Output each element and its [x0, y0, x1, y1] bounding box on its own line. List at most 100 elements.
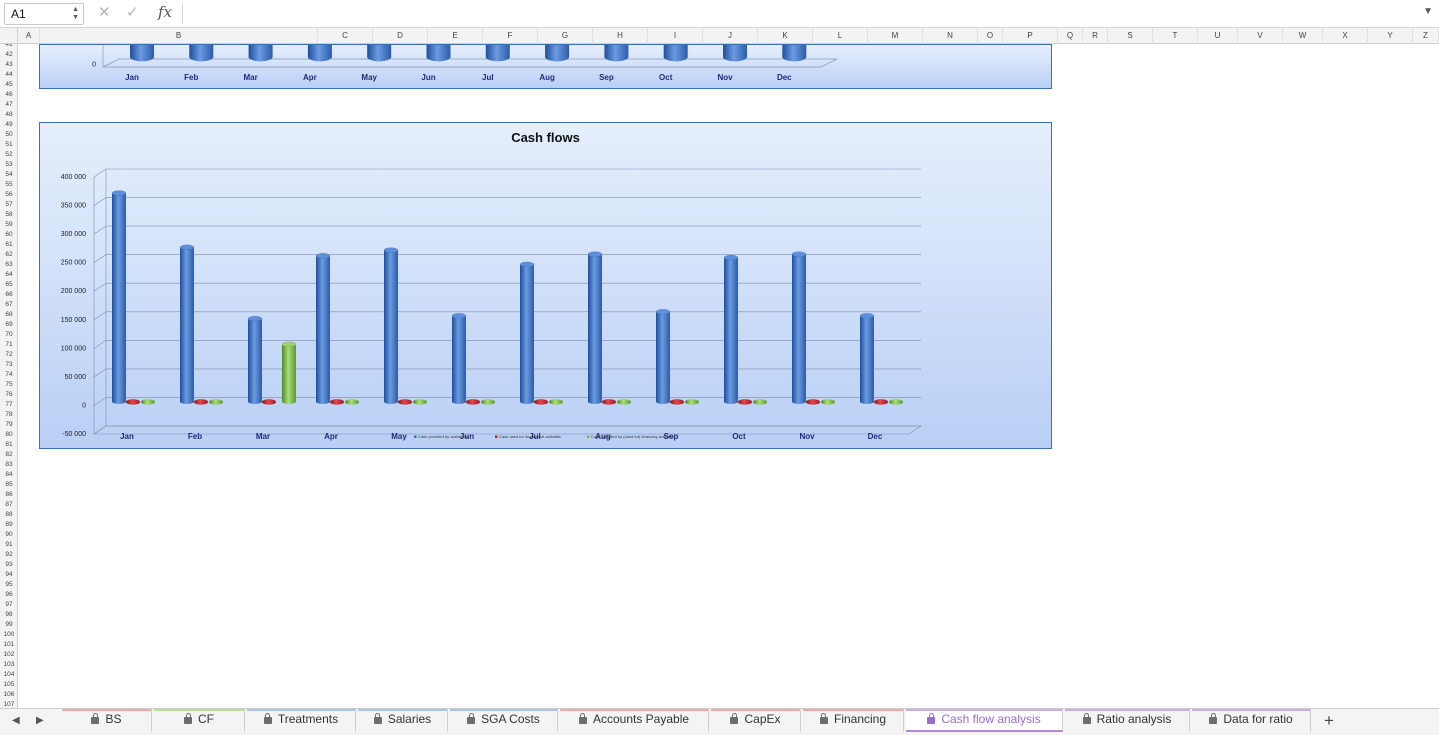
row-header[interactable]: 46: [0, 90, 17, 100]
row-header[interactable]: 80: [0, 430, 17, 440]
formula-input[interactable]: [190, 6, 1410, 22]
column-header[interactable]: H: [593, 28, 648, 44]
row-header[interactable]: 63: [0, 260, 17, 270]
row-header[interactable]: 73: [0, 360, 17, 370]
row-header[interactable]: 104: [0, 670, 17, 680]
column-header[interactable]: A: [18, 28, 40, 44]
row-header[interactable]: 45: [0, 80, 17, 90]
row-header[interactable]: 59: [0, 220, 17, 230]
select-all-corner[interactable]: [0, 28, 18, 44]
row-header[interactable]: 85: [0, 480, 17, 490]
row-header[interactable]: 56: [0, 190, 17, 200]
row-header[interactable]: 50: [0, 130, 17, 140]
row-header[interactable]: 62: [0, 250, 17, 260]
row-header[interactable]: 70: [0, 330, 17, 340]
row-header[interactable]: 75: [0, 380, 17, 390]
row-header[interactable]: 92: [0, 550, 17, 560]
row-header[interactable]: 66: [0, 290, 17, 300]
column-header[interactable]: W: [1283, 28, 1323, 44]
sheet-tab[interactable]: Accounts Payable: [560, 709, 709, 732]
column-header[interactable]: C: [318, 28, 373, 44]
row-header[interactable]: 94: [0, 570, 17, 580]
row-header[interactable]: 47: [0, 100, 17, 110]
row-header[interactable]: 54: [0, 170, 17, 180]
row-header[interactable]: 103: [0, 660, 17, 670]
sheet-tab[interactable]: Treatments: [247, 709, 356, 732]
column-header[interactable]: M: [868, 28, 923, 44]
expand-formula-bar-icon[interactable]: ▼: [1423, 6, 1433, 17]
column-header[interactable]: P: [1003, 28, 1058, 44]
cancel-icon[interactable]: ✕: [98, 4, 111, 22]
row-header[interactable]: 71: [0, 340, 17, 350]
column-header[interactable]: Z: [1413, 28, 1439, 44]
row-header[interactable]: 97: [0, 600, 17, 610]
column-header[interactable]: N: [923, 28, 978, 44]
row-header[interactable]: 99: [0, 620, 17, 630]
row-header[interactable]: 91: [0, 540, 17, 550]
row-header[interactable]: 78: [0, 410, 17, 420]
row-header[interactable]: 68: [0, 310, 17, 320]
row-header[interactable]: 69: [0, 320, 17, 330]
row-header[interactable]: 72: [0, 350, 17, 360]
insert-function-icon[interactable]: fx: [158, 3, 172, 21]
name-box[interactable]: A1 ▲ ▼: [4, 3, 84, 25]
row-header[interactable]: 102: [0, 650, 17, 660]
next-sheet-icon[interactable]: ▶: [36, 715, 44, 726]
column-header[interactable]: U: [1198, 28, 1238, 44]
row-header[interactable]: 98: [0, 610, 17, 620]
row-header[interactable]: 93: [0, 560, 17, 570]
sheet-tab[interactable]: SGA Costs: [450, 709, 558, 732]
previous-sheet-icon[interactable]: ◀: [12, 715, 20, 726]
row-header[interactable]: 81: [0, 440, 17, 450]
row-header[interactable]: 107: [0, 700, 17, 708]
row-header[interactable]: 106: [0, 690, 17, 700]
row-header[interactable]: 74: [0, 370, 17, 380]
column-header[interactable]: B: [40, 28, 318, 44]
row-header[interactable]: 51: [0, 140, 17, 150]
row-header[interactable]: 58: [0, 210, 17, 220]
row-header[interactable]: 90: [0, 530, 17, 540]
top-chart[interactable]: 0 Jan Feb Mar Apr May Jun Jul Aug Sep Oct Nov Dec: [39, 44, 1052, 89]
row-header[interactable]: 48: [0, 110, 17, 120]
column-header[interactable]: Q: [1058, 28, 1083, 44]
row-header[interactable]: 83: [0, 460, 17, 470]
sheet-tab[interactable]: Financing: [803, 709, 904, 732]
sheet-tab[interactable]: Data for ratio: [1192, 709, 1311, 732]
sheet-tab[interactable]: BS: [62, 709, 152, 732]
row-header[interactable]: 44: [0, 70, 17, 80]
row-header[interactable]: 89: [0, 520, 17, 530]
row-header[interactable]: 82: [0, 450, 17, 460]
column-header[interactable]: F: [483, 28, 538, 44]
sheet-tab[interactable]: CapEx: [711, 709, 801, 732]
row-header[interactable]: 95: [0, 580, 17, 590]
column-header[interactable]: L: [813, 28, 868, 44]
column-header[interactable]: R: [1083, 28, 1108, 44]
enter-icon[interactable]: ✓: [126, 4, 139, 22]
row-header[interactable]: 79: [0, 420, 17, 430]
row-header[interactable]: 67: [0, 300, 17, 310]
row-header[interactable]: 76: [0, 390, 17, 400]
row-header[interactable]: 60: [0, 230, 17, 240]
row-header[interactable]: 101: [0, 640, 17, 650]
sheet-tab[interactable]: Salaries: [358, 709, 448, 732]
row-header[interactable]: 53: [0, 160, 17, 170]
row-header[interactable]: 105: [0, 680, 17, 690]
column-header[interactable]: Y: [1368, 28, 1413, 44]
row-header[interactable]: 64: [0, 270, 17, 280]
column-header[interactable]: D: [373, 28, 428, 44]
row-header[interactable]: 55: [0, 180, 17, 190]
column-header[interactable]: E: [428, 28, 483, 44]
row-header[interactable]: 57: [0, 200, 17, 210]
name-box-stepper-icon[interactable]: ▲ ▼: [72, 6, 79, 22]
sheet-tab[interactable]: Ratio analysis: [1065, 709, 1190, 732]
row-header[interactable]: 88: [0, 510, 17, 520]
row-header[interactable]: 96: [0, 590, 17, 600]
row-header[interactable]: 52: [0, 150, 17, 160]
column-header[interactable]: T: [1153, 28, 1198, 44]
sheet-tab[interactable]: Cash flow analysis: [906, 709, 1063, 732]
row-header[interactable]: 49: [0, 120, 17, 130]
row-header[interactable]: 77: [0, 400, 17, 410]
row-header[interactable]: 100: [0, 630, 17, 640]
row-header[interactable]: 84: [0, 470, 17, 480]
column-header[interactable]: X: [1323, 28, 1368, 44]
